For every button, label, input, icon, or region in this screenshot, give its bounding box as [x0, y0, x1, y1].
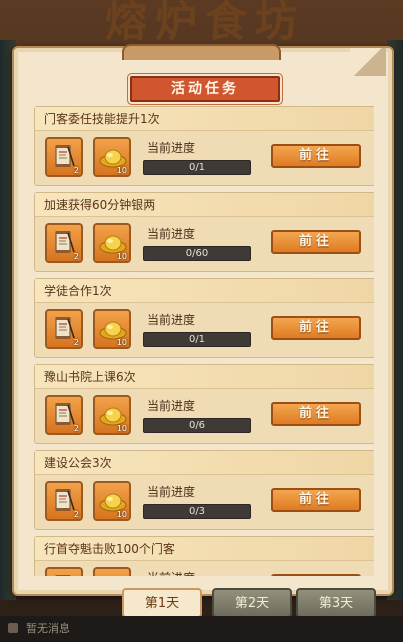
- background-title: 熔炉食坊: [104, 0, 305, 46]
- tab-day-1[interactable]: 第1天: [122, 588, 202, 618]
- reward-slot-gold[interactable]: 10: [93, 223, 131, 263]
- reward-slot-gold[interactable]: 10: [93, 481, 131, 521]
- progress-label: 当前进度: [147, 227, 196, 241]
- reward-slot-gold[interactable]: 10: [93, 309, 131, 349]
- scroll-icon: [55, 231, 75, 253]
- task-title: 门客委任技能提升1次: [35, 107, 374, 131]
- task-card: 学徒合作1次 2 10 当前进度 0/1 前往: [34, 278, 374, 358]
- reward-count: 10: [116, 252, 127, 261]
- scroll-icon: [55, 575, 71, 576]
- scroll-icon: [55, 317, 75, 339]
- bottom-message-bar[interactable]: 暂无消息: [0, 616, 403, 642]
- reward-count: 2: [73, 166, 79, 175]
- go-button[interactable]: 前往: [271, 230, 361, 254]
- progress-bar: 0/6: [143, 418, 251, 433]
- go-button[interactable]: 前往: [271, 316, 361, 340]
- task-list[interactable]: 门客委任技能提升1次 2 10 当前进度 0/1 前往 加速获得60分钟银两 2…: [34, 106, 374, 576]
- reward-slot-gold[interactable]: 10: [93, 395, 131, 435]
- progress-text: 0/3: [188, 506, 206, 517]
- reward-slot-scroll[interactable]: 2: [45, 395, 83, 435]
- reward-count: 2: [73, 510, 79, 519]
- tab-day-3[interactable]: 第3天: [296, 588, 376, 618]
- task-title: 豫山书院上课6次: [35, 365, 374, 389]
- reward-count: 10: [116, 510, 127, 519]
- progress-bar: 0/60: [143, 246, 251, 261]
- panel-top-tab: [122, 44, 281, 60]
- reward-count: 10: [116, 424, 127, 433]
- progress-text: 0/60: [185, 248, 209, 259]
- task-card: 门客委任技能提升1次 2 10 当前进度 0/1 前往: [34, 106, 374, 186]
- task-title: 行首夺魁击败100个门客: [35, 537, 374, 561]
- task-title: 建设公会3次: [35, 451, 374, 475]
- bottom-message-text: 暂无消息: [26, 622, 70, 635]
- reward-slot-scroll[interactable]: 2: [45, 223, 83, 263]
- reward-slot-scroll[interactable]: 2: [45, 309, 83, 349]
- go-button[interactable]: 前往: [271, 574, 361, 576]
- reward-count: 2: [73, 424, 79, 433]
- go-button[interactable]: 前往: [271, 488, 361, 512]
- progress-bar: 0/1: [143, 332, 251, 347]
- reward-slot-gold[interactable]: 10: [93, 567, 131, 576]
- progress-text: 0/1: [188, 334, 206, 345]
- progress-label: 当前进度: [147, 399, 196, 413]
- page-corner-fold: [350, 48, 386, 76]
- progress-label: 当前进度: [147, 313, 196, 327]
- reward-count: 2: [73, 252, 79, 261]
- day-tabs: 第1天 第2天 第3天: [0, 588, 403, 618]
- progress-text: 0/1: [188, 162, 206, 173]
- task-card: 豫山书院上课6次 2 10 当前进度 0/6 前往: [34, 364, 374, 444]
- scroll-icon: [55, 145, 75, 167]
- progress-label: 当前进度: [147, 569, 195, 576]
- task-title: 学徒合作1次: [35, 279, 374, 303]
- reward-count: 10: [116, 166, 127, 175]
- reward-slot-gold[interactable]: 10: [93, 137, 131, 177]
- progress-bar: 0/3: [143, 504, 251, 519]
- reward-count: 2: [73, 338, 79, 347]
- reward-slot-scroll[interactable]: 2: [45, 137, 83, 177]
- scroll-icon: [55, 403, 75, 425]
- progress-label: 当前进度: [147, 141, 196, 155]
- panel-header: 活动任务: [130, 76, 280, 102]
- task-card: 建设公会3次 2 10 当前进度 0/3 前往: [34, 450, 374, 530]
- go-button[interactable]: 前往: [271, 144, 361, 168]
- speaker-icon: [8, 623, 18, 633]
- reward-slot-scroll[interactable]: 2: [45, 481, 83, 521]
- reward-slot-scroll[interactable]: 2: [45, 567, 83, 576]
- tab-day-2[interactable]: 第2天: [212, 588, 292, 618]
- task-title: 加速获得60分钟银两: [35, 193, 374, 217]
- gold-ingot-icon: [99, 575, 127, 576]
- progress-bar: 0/1: [143, 160, 251, 175]
- progress-text: 0/6: [188, 420, 206, 431]
- reward-count: 10: [116, 338, 127, 347]
- go-button[interactable]: 前往: [271, 402, 361, 426]
- task-card: 行首夺魁击败100个门客 2 10 当前进度: [34, 536, 374, 576]
- task-card: 加速获得60分钟银两 2 10 当前进度 0/60 前往: [34, 192, 374, 272]
- scroll-icon: [55, 489, 75, 511]
- progress-label: 当前进度: [147, 485, 196, 499]
